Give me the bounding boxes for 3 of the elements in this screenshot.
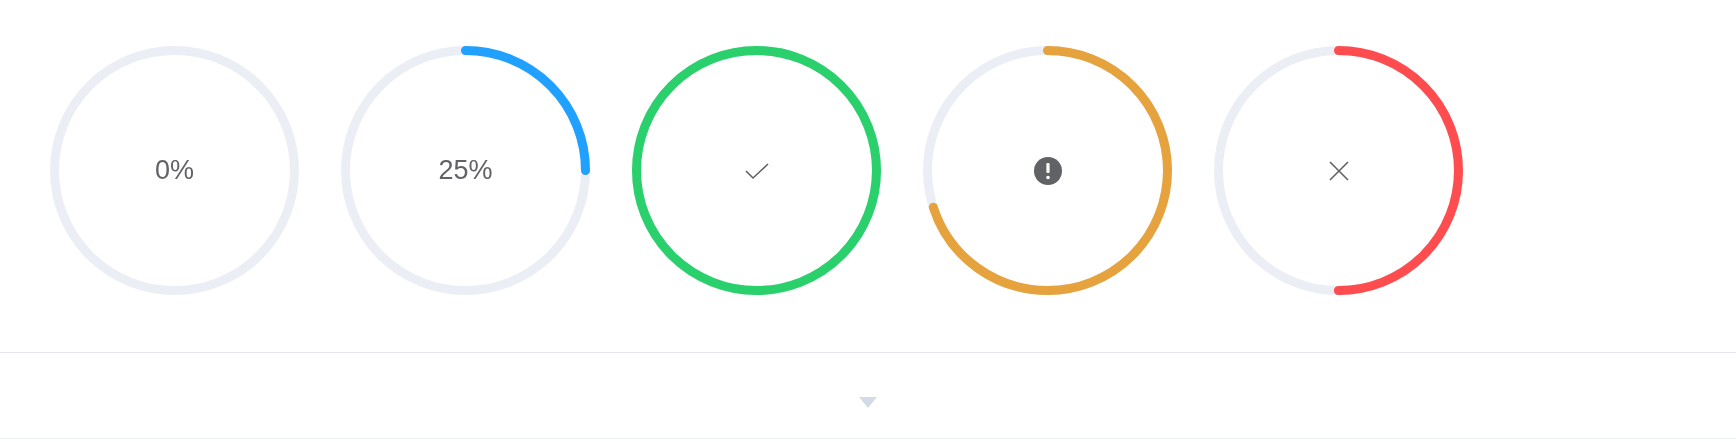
progress-text: 25% (438, 155, 493, 186)
caret-icon[interactable] (859, 397, 877, 408)
progress-text: 0% (155, 155, 194, 186)
